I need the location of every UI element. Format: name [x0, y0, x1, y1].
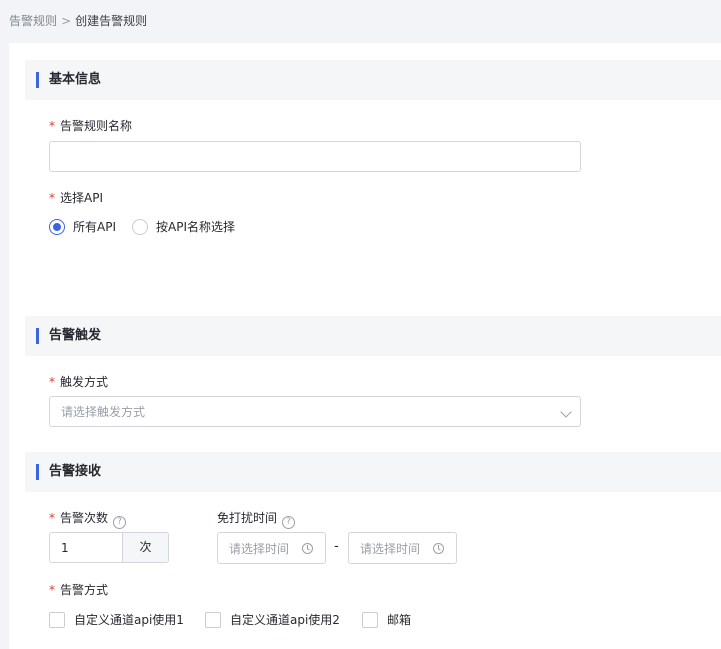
question-circle-icon[interactable]: ? [282, 516, 296, 529]
section-title: 基本信息 [49, 72, 102, 87]
required-mark: * [49, 583, 55, 597]
time-range-separator: - [334, 539, 339, 554]
alert-count-input[interactable]: 1 次 [49, 532, 169, 563]
checkbox-custom-channel-2[interactable] [205, 612, 221, 628]
quiet-time-end-placeholder: 请选择时间 [360, 542, 421, 556]
clock-icon [302, 543, 313, 554]
required-mark: * [49, 119, 55, 133]
alert-count-label-text: 告警次数 [60, 511, 109, 525]
chevron-down-icon [560, 406, 572, 418]
alert-method-label: * 告警方式 [49, 582, 108, 598]
quiet-time-label: 免打扰时间? [217, 510, 296, 529]
required-mark: * [49, 511, 55, 525]
question-circle-icon[interactable]: ? [113, 516, 127, 529]
clock-icon [433, 543, 444, 554]
radio-all-api-label[interactable]: 所有API [73, 219, 116, 235]
trigger-mode-label: * 触发方式 [49, 374, 108, 390]
section-title: 告警触发 [49, 328, 102, 343]
trigger-mode-select[interactable]: 请选择触发方式 [49, 396, 581, 427]
trigger-mode-label-text: 触发方式 [60, 375, 109, 389]
breadcrumb-link-alert-rules[interactable]: 告警规则 [9, 14, 57, 28]
quiet-time-start-picker[interactable]: 请选择时间 [217, 532, 326, 564]
section-accent-bar [36, 328, 39, 344]
breadcrumb: 告警规则 > 创建告警规则 [9, 12, 147, 30]
select-api-label-text: 选择API [60, 191, 103, 205]
rule-name-label: * 告警规则名称 [49, 118, 132, 134]
section-accent-bar [36, 72, 39, 88]
section-title: 告警接收 [49, 464, 102, 479]
quiet-time-start-placeholder: 请选择时间 [229, 542, 290, 556]
radio-api-by-name-label[interactable]: 按API名称选择 [156, 219, 235, 235]
breadcrumb-separator: > [61, 14, 72, 28]
quiet-time-label-text: 免打扰时间 [217, 511, 278, 525]
section-header-alert-receive: 告警接收 [25, 452, 721, 492]
section-header-alert-trigger: 告警触发 [25, 316, 721, 356]
alert-count-value: 1 [61, 541, 69, 555]
section-accent-bar [36, 464, 39, 480]
quiet-time-end-picker[interactable]: 请选择时间 [348, 532, 457, 564]
alert-method-label-text: 告警方式 [60, 583, 109, 597]
section-header-basic-info: 基本信息 [25, 60, 721, 100]
checkbox-custom-channel-2-label[interactable]: 自定义通道api使用2 [230, 612, 340, 628]
radio-all-api[interactable] [49, 219, 65, 235]
alert-count-label: * 告警次数? [49, 510, 127, 529]
rule-name-input[interactable] [49, 141, 581, 172]
required-mark: * [49, 375, 55, 389]
rule-name-label-text: 告警规则名称 [60, 119, 133, 133]
checkbox-custom-channel-1[interactable] [49, 612, 65, 628]
checkbox-email-label[interactable]: 邮箱 [387, 612, 411, 628]
checkbox-custom-channel-1-label[interactable]: 自定义通道api使用1 [74, 612, 184, 628]
trigger-mode-placeholder: 请选择触发方式 [61, 405, 146, 419]
alert-count-unit: 次 [122, 533, 168, 562]
select-api-label: * 选择API [49, 190, 103, 206]
checkbox-email[interactable] [362, 612, 378, 628]
radio-api-by-name[interactable] [132, 219, 148, 235]
breadcrumb-current: 创建告警规则 [75, 14, 148, 28]
required-mark: * [49, 191, 55, 205]
